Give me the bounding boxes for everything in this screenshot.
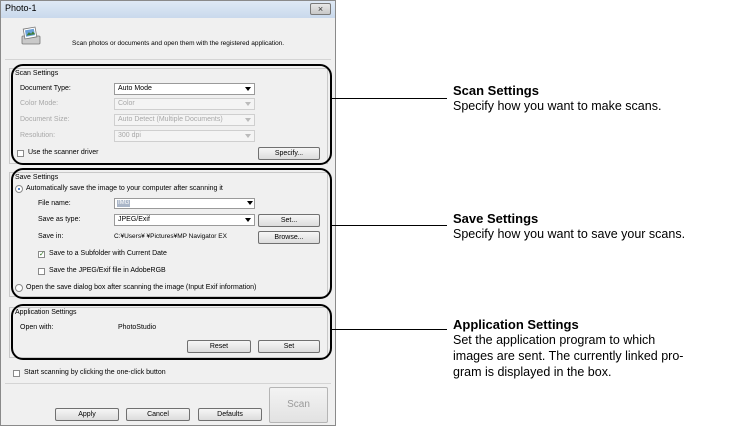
save-settings-connector	[332, 225, 447, 226]
dialog-title: Photo-1	[5, 3, 37, 13]
one-click-checkbox[interactable]	[13, 370, 20, 377]
apply-button[interactable]: Apply	[55, 408, 119, 421]
header-divider	[5, 59, 331, 60]
save-settings-annotation-title: Save Settings	[453, 211, 539, 226]
application-settings-callout	[11, 304, 332, 360]
application-settings-annotation-line2: images are sent. The currently linked pr…	[453, 349, 684, 363]
title-bar: Photo-1 ×	[1, 1, 335, 18]
application-settings-connector	[332, 329, 447, 330]
footer-divider	[5, 383, 331, 384]
scan-settings-annotation-title: Scan Settings	[453, 83, 539, 98]
scan-settings-annotation-text: Specify how you want to make scans.	[453, 99, 662, 113]
scan-settings-callout	[11, 64, 332, 165]
defaults-button[interactable]: Defaults	[198, 408, 262, 421]
scan-button[interactable]: Scan	[269, 387, 328, 423]
close-button[interactable]: ×	[310, 3, 331, 15]
save-settings-annotation-text: Specify how you want to save your scans.	[453, 227, 686, 241]
application-settings-annotation-line3: gram is displayed in the box.	[453, 365, 612, 379]
cancel-button[interactable]: Cancel	[126, 408, 190, 421]
application-settings-annotation-title: Application Settings	[453, 317, 579, 332]
save-settings-callout	[11, 168, 332, 299]
application-settings-annotation-line1: Set the application program to which	[453, 333, 656, 347]
scan-settings-connector	[332, 98, 447, 99]
scanner-photo-icon	[20, 26, 42, 46]
one-click-label: Start scanning by clicking the one-click…	[24, 369, 166, 376]
header-description: Scan photos or documents and open them w…	[72, 40, 285, 47]
